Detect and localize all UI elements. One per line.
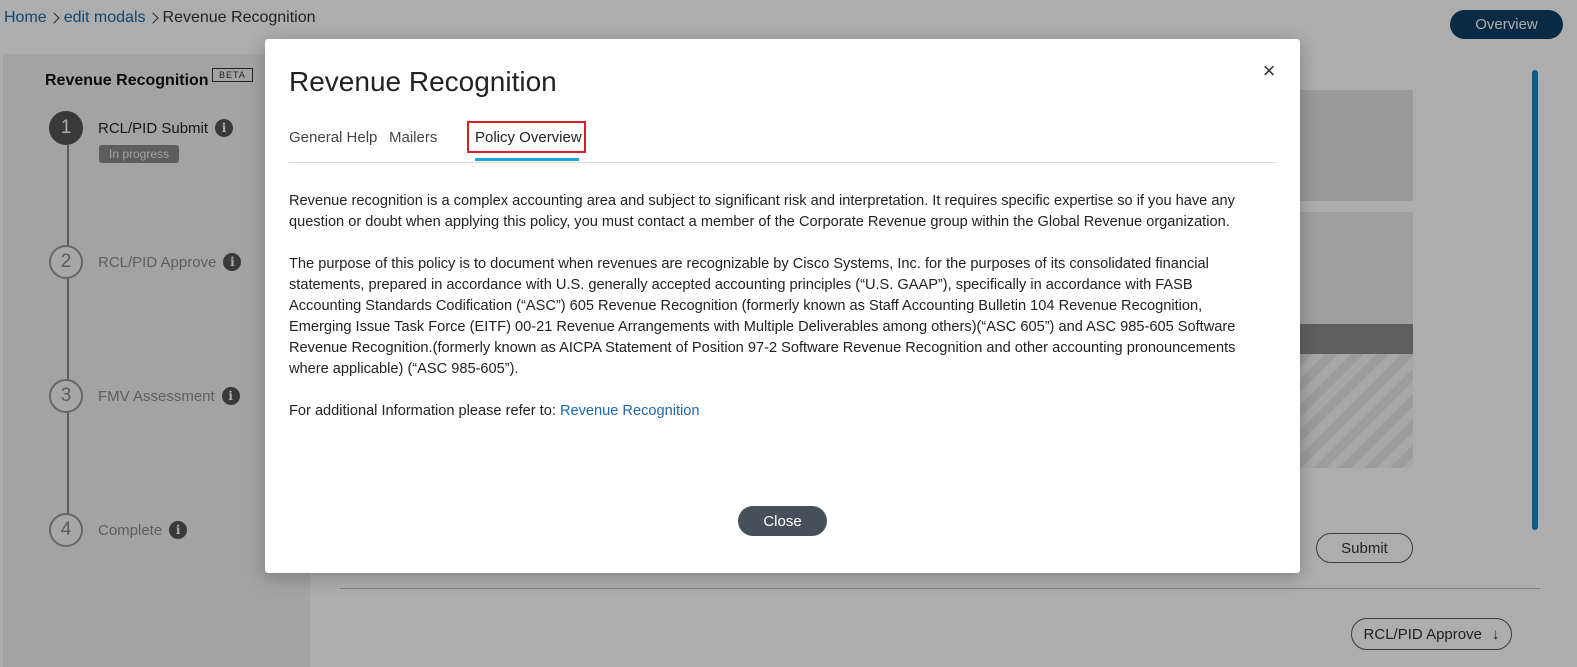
policy-paragraph: Revenue recognition is a complex account…	[289, 193, 1235, 230]
modal-body: Revenue recognition is a complex account…	[289, 191, 1249, 443]
revenue-recognition-link[interactable]: Revenue Recognition	[560, 403, 700, 419]
additional-info-text: For additional Information please refer …	[289, 403, 560, 419]
close-button[interactable]: Close	[738, 506, 827, 536]
active-tab-indicator	[475, 158, 579, 161]
policy-paragraph: The purpose of this policy is to documen…	[289, 256, 1236, 377]
close-icon[interactable]: ×	[1259, 58, 1279, 83]
tab-mailers[interactable]: Mailers	[389, 129, 437, 146]
additional-info: For additional Information please refer …	[289, 401, 1249, 422]
help-modal: Revenue Recognition × General Help Maile…	[265, 39, 1300, 573]
modal-tabs: General Help Mailers Policy Overview	[289, 121, 1276, 163]
tab-general-help[interactable]: General Help	[289, 129, 377, 146]
modal-title: Revenue Recognition	[289, 66, 557, 97]
tab-policy-overview[interactable]: Policy Overview	[475, 129, 582, 146]
